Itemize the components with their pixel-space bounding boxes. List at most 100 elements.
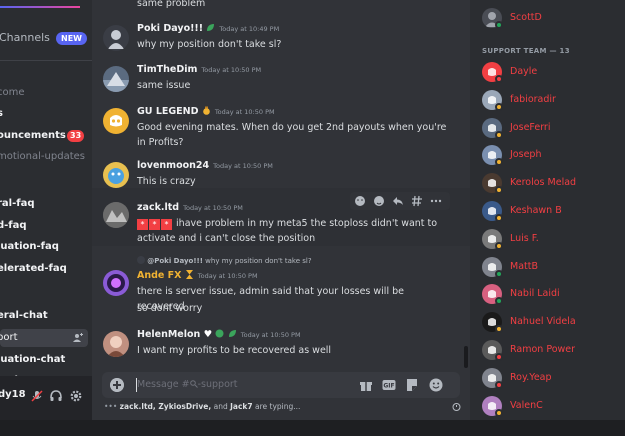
super-reaction-icon[interactable] [373,195,385,207]
reply-reference[interactable]: @Poki Dayo!!! why my position don't take… [137,256,312,265]
new-badge: NEW [56,32,87,45]
sticker-icon[interactable] [405,378,419,392]
avatar[interactable] [103,270,129,296]
member-item[interactable]: Nahuel Videla [482,312,622,334]
member-item[interactable]: Keshawn B [482,201,622,222]
member-item[interactable]: JoseFerri [482,117,622,139]
channel-name: motional-updates [0,151,85,162]
message-text: I want my profits to be recovered as wel… [137,345,332,356]
member-item[interactable]: Ramon Power [482,340,622,361]
timestamp: Today at 10:49 PM [219,25,280,33]
channel-item-announcements[interactable]: ouncements 33 [0,127,92,145]
avatar[interactable] [103,331,129,357]
member-item[interactable]: fabioradir [482,89,622,111]
cross-emoji-icon: * [149,219,160,230]
message-author[interactable]: TimTheDim Today at 10:50 PM [137,64,261,75]
timestamp: Today at 10:50 PM [214,108,275,116]
channel-item-support[interactable]: port [0,329,88,347]
member-item[interactable]: ValenC [482,395,622,417]
gif-icon[interactable]: GIF [382,378,396,392]
status-idle-icon [495,186,503,195]
member-item[interactable]: Joseph [482,145,622,167]
member-name: Kerolos Melad [510,177,577,189]
message-text: same issue [137,80,191,91]
channel-item-general-faq[interactable]: ral-faq [0,195,92,213]
avatar[interactable] [103,66,129,92]
member-item[interactable]: Dayle [482,62,622,83]
status-idle-icon [495,241,503,250]
member-item[interactable]: ScottD [482,8,622,29]
avatar[interactable] [103,108,129,134]
headphones-icon[interactable] [49,389,63,403]
member-name: Nahuel Videla [510,316,576,328]
message-author[interactable]: HelenMelon ♥ Today at 10:50 PM [137,329,301,340]
message-author[interactable]: Poki Dayo!!! Today at 10:49 PM [137,23,279,34]
gift-icon[interactable] [359,378,373,392]
status-online-icon [495,269,503,278]
bottom-strip [0,420,625,436]
timestamp: Today at 10:50 PM [201,66,262,74]
channel-name: luation-chat [0,354,66,365]
chat-area: same problem Poki Dayo!!! Today at 10:49… [92,0,470,420]
message-composer[interactable]: Message # -support GIF [102,372,460,398]
invite-icon[interactable] [73,333,83,343]
chat-scrollbar[interactable] [464,346,468,368]
status-idle-icon [495,158,503,167]
member-name: Dayle [510,66,538,77]
channel-item-promotional-updates[interactable]: motional-updates [0,148,92,166]
channel-name: d-faq [0,220,27,231]
message-text: Good evening mates. When do you get 2nd … [137,122,447,148]
reply-icon[interactable] [392,195,404,207]
channel-item-funded-faq[interactable]: d-faq [0,217,92,235]
member-item[interactable]: Roy.Yeap [482,367,622,389]
message-author[interactable]: zack.ltd Today at 10:50 PM [137,202,243,213]
add-attachment-icon[interactable] [110,378,124,392]
channel-item-evaluation-chat[interactable]: luation-chat [0,351,92,369]
member-item[interactable]: MattB [482,256,622,278]
member-name: JoseFerri [510,121,551,133]
message-author[interactable]: lovenmoon24 Today at 10:50 PM [137,160,273,171]
status-idle-icon [495,325,503,334]
cross-emoji-icon: * [161,219,172,230]
user-panel: dy18 [0,376,92,420]
role-section-header: SUPPORT TEAM — 13 [482,47,570,55]
thread-icon[interactable] [411,195,423,207]
avatar[interactable] [103,202,129,228]
avatar[interactable] [103,25,129,51]
channel-item-general-chat[interactable]: eral-chat [0,307,92,325]
leaf-emoji-icon [228,330,236,337]
message-author[interactable]: GU LEGEND Today at 10:50 PM [137,106,275,117]
member-name: Ramon Power [510,344,576,355]
slowmode-timer-icon [452,403,461,411]
gear-icon[interactable] [69,389,83,403]
cross-emoji-icon: * [137,219,148,230]
member-item[interactable]: Nabil Laidi [482,284,622,306]
member-item[interactable]: Kerolos Melad [482,173,622,195]
member-name: ScottD [510,12,542,23]
message-input-placeholder[interactable]: Message # -support [137,379,238,390]
channel-name: ouncements [0,130,66,141]
more-options-icon[interactable] [430,195,442,207]
search-icon [189,380,198,388]
member-name: Joseph [510,149,542,161]
sidebar-progress-line [0,6,80,8]
emoji-icon[interactable] [429,378,443,392]
channel-sidebar: Channels NEW come s ouncements33 motiona… [0,0,92,436]
channel-item-evaluation-faq[interactable]: luation-faq [0,238,92,256]
browse-channels-row[interactable]: Channels NEW [0,30,92,48]
username: dy18 [0,389,26,400]
channel-item-welcome[interactable]: come [0,84,92,102]
mute-mic-icon[interactable] [30,389,44,403]
message-actions-toolbar [350,192,450,210]
status-online-icon [495,297,503,306]
add-reaction-icon[interactable] [354,195,366,207]
channel-item-accelerated-faq[interactable]: elerated-faq [0,260,92,278]
message-author[interactable]: Ande FX Today at 10:50 PM [137,270,258,281]
avatar[interactable] [103,162,129,188]
channel-name: come [0,87,25,98]
member-item[interactable]: Luis F. [482,228,622,250]
status-idle-icon [495,130,503,139]
money-bag-emoji-icon [203,106,210,115]
svg-text:GIF: GIF [383,383,394,390]
channel-item-rules[interactable]: s [0,105,92,123]
